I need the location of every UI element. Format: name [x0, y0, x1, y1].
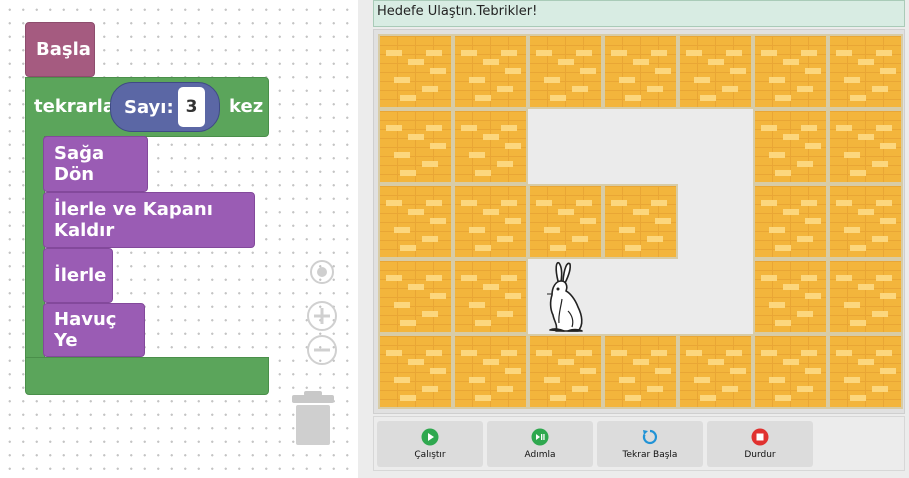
wall-tile: [603, 34, 678, 109]
stop-button[interactable]: Durdur: [707, 421, 813, 467]
wall-tile: [378, 334, 453, 409]
block-workspace[interactable]: Başla tekrarla Sayı: 3 kez Sağa Dön İler…: [0, 0, 358, 478]
wall-tile: [378, 109, 453, 184]
wall-tile: [528, 184, 603, 259]
stop-label: Durdur: [744, 450, 776, 460]
advance-remove-trap-label: İlerle ve Kapanı Kaldır: [54, 199, 213, 241]
floor-tile: [678, 259, 753, 334]
plus-icon: [307, 301, 337, 331]
wall-tile: [753, 259, 828, 334]
wall-tile: [453, 109, 528, 184]
turn-right-label: Sağa Dön: [54, 143, 105, 185]
wall-tile: [453, 184, 528, 259]
eat-carrot-block[interactable]: Havuç Ye: [43, 303, 145, 357]
advance-label: İlerle: [54, 265, 107, 286]
wall-tile: [828, 334, 903, 409]
zoom-in-button[interactable]: [306, 300, 338, 336]
rabbit-icon: [547, 261, 583, 332]
wall-tile: [378, 34, 453, 109]
advance-block[interactable]: İlerle: [43, 248, 113, 303]
restart-icon: [642, 429, 658, 445]
wall-tile: [378, 184, 453, 259]
repeat-prefix-label: tekrarla: [34, 96, 115, 117]
status-text: Hedefe Ulaştın.Tebrikler!: [377, 4, 538, 19]
repeat-count-input[interactable]: 3: [178, 87, 205, 127]
step-icon: [531, 428, 549, 446]
stop-icon: [751, 428, 769, 446]
wall-tile: [378, 259, 453, 334]
wall-tile: [453, 34, 528, 109]
restart-label: Tekrar Başla: [622, 450, 678, 460]
wall-tile: [603, 334, 678, 409]
floor-tile: [528, 109, 603, 184]
wall-tile: [453, 259, 528, 334]
wall-tile: [603, 184, 678, 259]
wall-tile: [753, 34, 828, 109]
wall-tile: [828, 259, 903, 334]
panel-splitter[interactable]: [358, 0, 372, 478]
target-icon: [310, 260, 334, 284]
start-block[interactable]: Başla: [25, 22, 95, 77]
floor-tile: [678, 109, 753, 184]
wall-tile: [753, 109, 828, 184]
repeat-count-value: 3: [185, 97, 198, 117]
status-message: Hedefe Ulaştın.Tebrikler!: [373, 0, 905, 27]
play-icon: [421, 428, 439, 446]
floor-tile: [603, 259, 678, 334]
floor-tile: [678, 184, 753, 259]
run-button[interactable]: Çalıştır: [377, 421, 483, 467]
wall-tile: [828, 109, 903, 184]
wall-tile: [528, 334, 603, 409]
wall-tile: [828, 34, 903, 109]
start-block-label: Başla: [36, 39, 91, 60]
zoom-out-button[interactable]: [306, 334, 338, 370]
wall-tile: [753, 334, 828, 409]
trash-icon: [292, 391, 334, 445]
wall-tile: [453, 334, 528, 409]
wall-tile: [678, 34, 753, 109]
step-label: Adımla: [524, 450, 556, 460]
advance-remove-trap-block[interactable]: İlerle ve Kapanı Kaldır: [43, 192, 255, 248]
run-label: Çalıştır: [414, 450, 446, 460]
restart-button[interactable]: Tekrar Başla: [597, 421, 703, 467]
turn-right-block[interactable]: Sağa Dön: [43, 136, 148, 192]
eat-carrot-label: Havuç Ye: [54, 309, 117, 351]
wall-tile: [753, 184, 828, 259]
wall-tile: [528, 34, 603, 109]
minus-icon: [307, 335, 337, 365]
trash-can[interactable]: [292, 389, 334, 451]
number-label: Sayı:: [124, 96, 174, 118]
floor-tile: [528, 259, 603, 334]
wall-tile: [678, 334, 753, 409]
repeat-suffix-label: kez: [229, 96, 264, 117]
step-button[interactable]: Adımla: [487, 421, 593, 467]
floor-tile: [603, 109, 678, 184]
wall-tile: [828, 184, 903, 259]
zoom-reset-button[interactable]: [307, 257, 337, 291]
maze-board: [378, 34, 903, 409]
